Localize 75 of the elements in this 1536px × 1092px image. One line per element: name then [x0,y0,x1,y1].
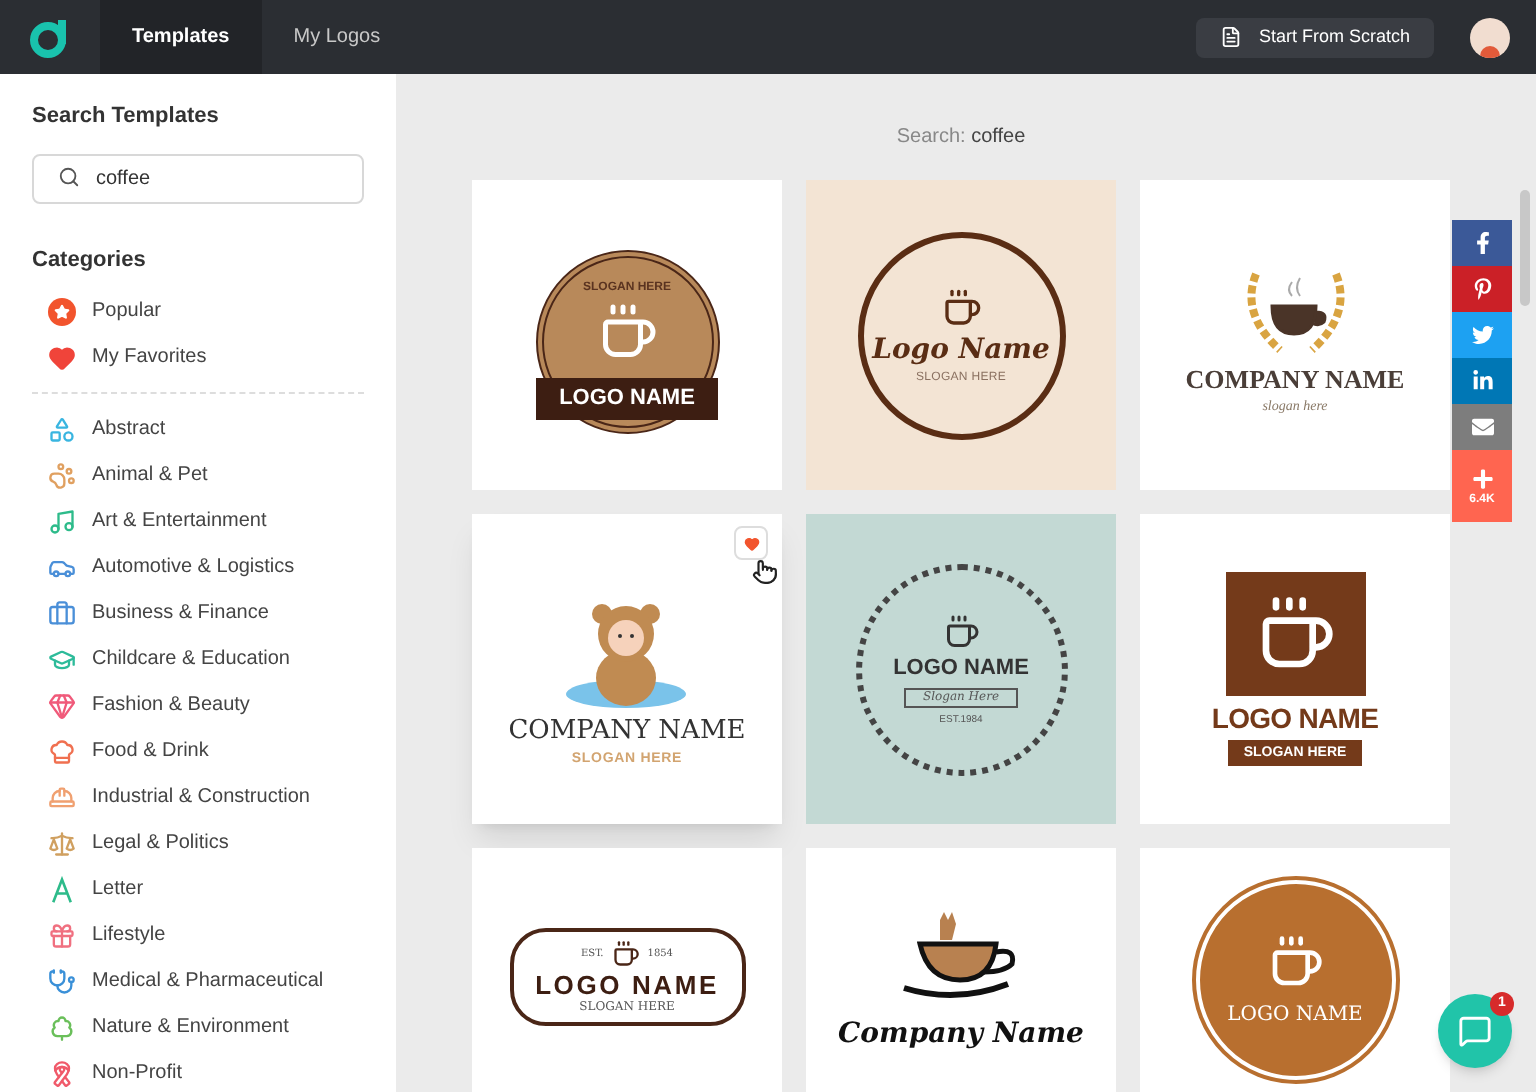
category-link[interactable]: Non-Profit [32,1050,364,1092]
chef-hat-icon [48,737,76,765]
document-icon [1220,26,1243,48]
letter-icon [48,875,76,903]
gift-icon [48,921,76,949]
app-logo-icon[interactable] [28,15,72,59]
category-link[interactable]: Popular [32,288,364,334]
category-link[interactable]: Business & Finance [32,590,364,636]
hard-hat-icon [48,783,76,811]
logo-name: LOGO NAME [535,378,719,420]
favorite-button[interactable] [734,526,768,560]
coffee-cup-icon [941,287,981,327]
search-field[interactable]: coffee [32,153,364,203]
category-link[interactable]: Fashion & Beauty [32,682,364,728]
category-link[interactable]: Automotive & Logistics [32,544,364,590]
share-button[interactable] [1452,404,1512,450]
cup-icon [611,940,640,968]
nav-tab[interactable]: My Logos [261,0,413,74]
hand-cursor-icon [752,558,778,586]
category-link[interactable]: Abstract [32,406,364,452]
nav-tab[interactable]: Templates [100,0,262,74]
category-link[interactable]: Animal & Pet [32,452,364,498]
share-button[interactable] [1452,220,1512,266]
category-link[interactable]: My Favorites [32,334,364,380]
categories-title: Categories [32,245,148,275]
category-link[interactable]: Nature & Environment [32,1004,364,1050]
search-icon [58,165,80,187]
category-link[interactable]: Medical & Pharmaceutical [32,958,364,1004]
coffee-cup-icon [943,613,979,649]
logo-name: Company Name [838,1020,1084,1048]
user-avatar[interactable] [1470,17,1510,57]
category-link[interactable]: Letter [32,866,364,912]
category-link[interactable]: Art & Entertainment [32,498,364,544]
ribbon-icon [48,1059,76,1087]
logo-name: LOGO NAME [893,657,1029,679]
heart-icon [743,535,759,551]
logo-template-card[interactable]: Company Name [806,848,1116,1092]
search-templates-title: Search Templates [32,102,221,132]
category-link[interactable]: Legal & Politics [32,820,364,866]
logo-name: LOGO NAME [1227,1006,1363,1026]
logo-name: LOGO NAME [1211,704,1379,732]
heart-icon [48,343,76,371]
share-button[interactable] [1452,312,1512,358]
coffee-cup-icon [597,302,657,362]
stethoscope-icon [48,967,76,995]
logo-name: Logo Name [872,335,1050,363]
logo-template-card[interactable]: LOGO NAME [1140,848,1450,1092]
twitter-icon [1471,324,1493,346]
briefcase-icon [48,599,76,627]
shapes-icon [48,415,76,443]
scrollbar-thumb [1520,190,1530,306]
category-link[interactable]: Lifestyle [32,912,364,958]
tree-icon [48,1013,76,1041]
logo-name: LOGO NAME [535,972,719,998]
plus-icon [1471,467,1493,489]
logo-name: COMPANY NAME [508,717,746,743]
chat-bubble-icon [1458,1014,1492,1048]
music-note-icon [48,507,76,535]
category-link[interactable]: Food & Drink [32,728,364,774]
scales-icon [48,829,76,857]
paw-icon [48,461,76,489]
gem-icon [48,691,76,719]
graduation-cap-icon [48,645,76,673]
facebook-icon [1471,232,1493,254]
category-link[interactable]: Childcare & Education [32,636,364,682]
share-button[interactable] [1452,358,1512,404]
logo-name: COMPANY NAME [1185,365,1405,391]
envelope-icon [1471,416,1493,438]
linkedin-icon [1471,370,1493,392]
search-query-text: Search: coffee [894,128,1028,148]
pinterest-icon [1471,278,1493,300]
category-link[interactable]: Industrial & Construction [32,774,364,820]
start-from-scratch-button[interactable]: Start From Scratch [1196,17,1434,57]
share-button[interactable] [1452,266,1512,312]
coffee-cup-icon [1267,934,1323,990]
